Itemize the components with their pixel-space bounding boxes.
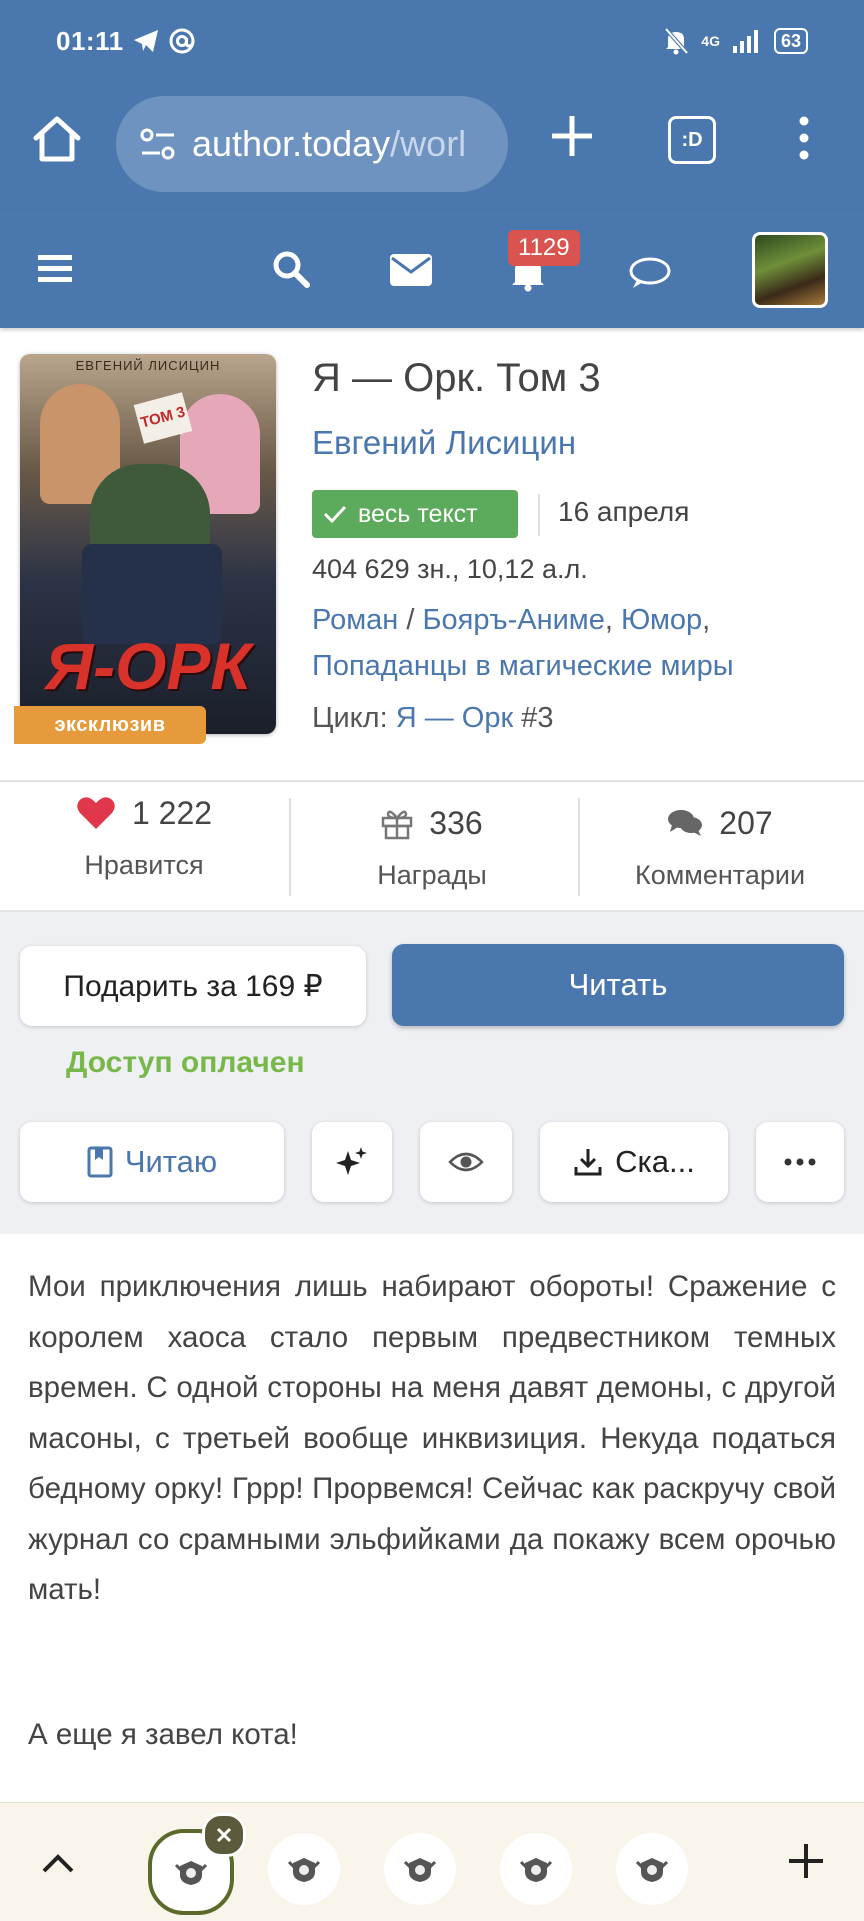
sparkle-button[interactable] xyxy=(312,1122,392,1202)
search-icon[interactable] xyxy=(272,250,310,288)
bookmark-book-icon xyxy=(87,1146,113,1178)
likes-label: Нравится xyxy=(84,850,204,880)
eye-icon xyxy=(448,1152,484,1172)
book-cover[interactable]: ЕВГЕНИЙ ЛИСИЦИН ТОМ 3 Я-ОРК xyxy=(20,354,276,734)
network-label: 4G xyxy=(701,33,720,49)
telegram-icon xyxy=(134,30,158,52)
watch-button[interactable] xyxy=(420,1122,512,1202)
tab-thumbnail[interactable] xyxy=(500,1833,572,1905)
cycle-link[interactable]: Я — Орк xyxy=(396,702,513,734)
author-link[interactable]: Евгений Лисицин xyxy=(312,424,576,462)
site-favicon-icon xyxy=(403,1858,437,1882)
url-text: author.today/worl xyxy=(192,123,492,165)
book-annotation-extra: А еще я завел кота! xyxy=(28,1718,298,1751)
status-time: 01:11 xyxy=(56,26,124,56)
comments-stat[interactable]: 207 Комментарии xyxy=(576,792,864,912)
site-header: 1129 xyxy=(0,210,864,328)
exclusive-badge: эксклюзив xyxy=(14,706,206,744)
check-icon xyxy=(323,505,347,524)
cover-author: ЕВГЕНИЙ ЛИСИЦИН xyxy=(75,358,221,373)
browser-toolbar: author.today/worl :D xyxy=(0,84,864,210)
cycle-label: Цикл: xyxy=(312,702,396,734)
status-badge: весь текст xyxy=(312,490,518,538)
gift-button[interactable]: Подарить за 169 ₽ xyxy=(20,946,366,1026)
status-bar: 01:11 4G 63 xyxy=(0,0,864,84)
heart-icon xyxy=(77,797,115,829)
book-size: 404 629 зн., 10,12 а.л. xyxy=(312,554,588,584)
address-bar[interactable]: author.today/worl xyxy=(116,96,508,192)
download-label: Ска... xyxy=(615,1144,695,1179)
new-tab-icon[interactable] xyxy=(546,110,598,162)
sparkles-icon xyxy=(336,1147,367,1175)
url-host: author.today xyxy=(192,123,391,164)
comments-label: Комментарии xyxy=(634,860,806,890)
book-annotation: Мои приключения лишь набирают обороты! С… xyxy=(28,1270,836,1606)
cycle-info: Цикл: Я — Орк #3 xyxy=(312,702,553,735)
site-favicon-icon xyxy=(287,1858,321,1882)
tab-strip xyxy=(0,1802,864,1921)
likes-count: 1 222 xyxy=(131,794,213,831)
site-settings-icon[interactable] xyxy=(138,124,178,164)
actions-panel: Подарить за 169 ₽ Читать Доступ оплачен … xyxy=(0,912,864,1234)
user-avatar[interactable] xyxy=(752,232,828,308)
tab-thumbnail[interactable] xyxy=(384,1833,456,1905)
cover-title: Я-ОРК xyxy=(44,629,252,703)
more-horiz-icon xyxy=(784,1158,816,1166)
signal-icon xyxy=(732,30,758,53)
at-sign-icon xyxy=(169,28,195,54)
awards-stat[interactable]: 336 Награды xyxy=(288,792,576,912)
download-icon xyxy=(574,1149,602,1176)
site-favicon-icon xyxy=(174,1861,208,1885)
genre-link-boyar-anime[interactable]: Бояръ-Аниме xyxy=(422,604,604,636)
more-vert-icon[interactable] xyxy=(792,114,816,162)
chevron-up-icon[interactable] xyxy=(38,1847,78,1877)
tab-switcher-button[interactable]: :D xyxy=(668,116,716,164)
genre-link-popadantsy[interactable]: Попаданцы в магические миры xyxy=(312,650,734,683)
battery-indicator: 63 xyxy=(773,28,808,54)
status-text: весь текст xyxy=(358,499,478,528)
publish-date: 16 апреля xyxy=(558,496,690,527)
close-icon xyxy=(216,1827,232,1843)
home-icon[interactable] xyxy=(30,112,84,166)
bell-muted-icon xyxy=(664,27,689,55)
genre-link-humor[interactable]: Юмор xyxy=(621,604,702,636)
book-title: Я — Орк. Том 3 xyxy=(312,356,601,400)
site-favicon-icon xyxy=(519,1858,553,1882)
hamburger-menu-icon[interactable] xyxy=(38,254,72,284)
reading-shelf-button[interactable]: Читаю xyxy=(20,1122,284,1202)
add-tab-icon[interactable] xyxy=(786,1841,826,1881)
reading-label: Читаю xyxy=(124,1144,218,1179)
more-options-button[interactable] xyxy=(756,1122,844,1202)
read-button[interactable]: Читать xyxy=(392,944,844,1026)
awards-label: Награды xyxy=(377,860,487,890)
download-button[interactable]: Ска... xyxy=(540,1122,728,1202)
tab-thumbnail[interactable] xyxy=(616,1833,688,1905)
url-path: /worl xyxy=(390,123,467,164)
genre-link-roman[interactable]: Роман xyxy=(312,604,398,636)
likes-stat[interactable]: 1 222 Нравится xyxy=(0,782,288,902)
close-tab-button[interactable] xyxy=(202,1813,246,1857)
genres-line-1: Роман / Бояръ-Аниме, Юмор, xyxy=(312,604,711,636)
comments-icon xyxy=(668,810,703,836)
awards-count: 336 xyxy=(429,804,483,841)
mail-icon[interactable] xyxy=(390,254,432,286)
gift-icon xyxy=(382,810,413,840)
site-favicon-icon xyxy=(635,1858,669,1882)
chat-bubble-icon[interactable] xyxy=(628,256,672,290)
comments-count: 207 xyxy=(719,804,773,841)
tab-thumbnail[interactable] xyxy=(268,1833,340,1905)
notifications-badge[interactable]: 1129 xyxy=(508,230,580,266)
cycle-number: #3 xyxy=(513,702,554,734)
access-status: Доступ оплачен xyxy=(66,1046,305,1079)
